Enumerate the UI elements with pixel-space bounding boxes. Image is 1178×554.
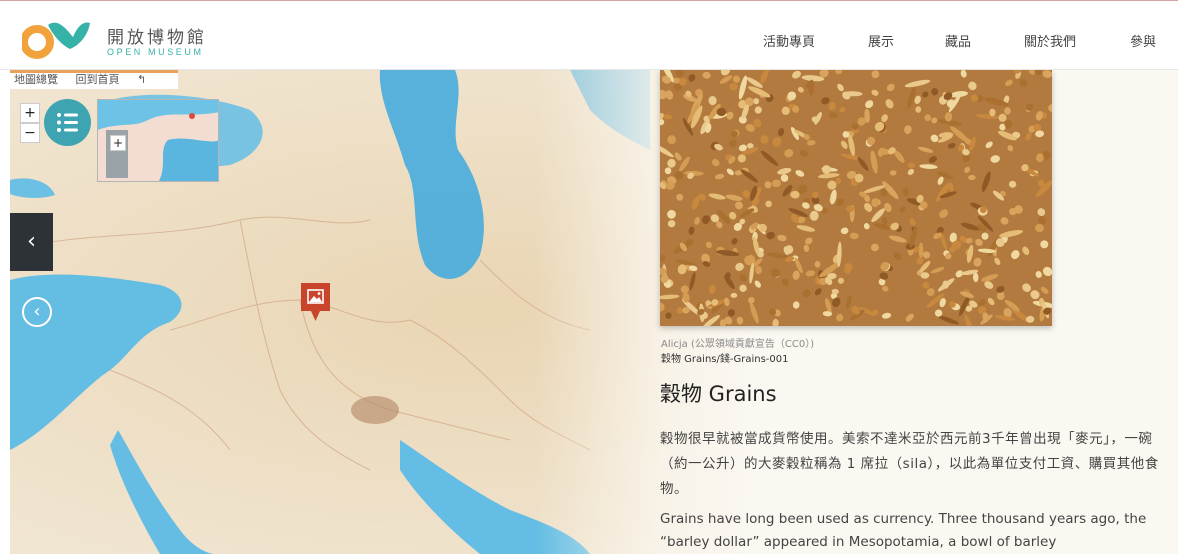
brand-name-en: OPEN MUSEUM [107,47,204,57]
item-title: 穀物 Grains [660,382,777,406]
tab-back-home[interactable]: 回到首頁 ↰ [76,73,161,87]
nav-exhibitions[interactable]: 展示 [868,31,894,50]
photo-credit: Alicja (公眾領域貢獻宣告（CC0）) [661,339,815,350]
item-id: 穀物 Grains/錢-Grains-001 [661,354,789,365]
map-tabs: 地圖總覽 回到首頁 ↰ [10,70,179,89]
nav-participate[interactable]: 參與 [1130,31,1156,50]
nav-about[interactable]: 關於我們 [1024,31,1076,50]
brand-name-cn: 開放博物館 [107,28,207,48]
panel-toggle-button[interactable]: ‹ [10,213,53,271]
tab-map-overview[interactable]: 地圖總覽 [14,73,58,87]
minimap-zoom-button[interactable]: + [110,135,126,151]
back-arrow-icon: ↰ [137,73,147,86]
nav-events[interactable]: 活動專頁 [763,31,815,50]
grains-image [660,70,1052,326]
image-icon [301,283,330,321]
nav-collections[interactable]: 藏品 [945,31,971,50]
list-button[interactable] [44,99,91,146]
museum-logo[interactable] [20,15,92,61]
item-photo[interactable] [660,70,1052,326]
minimap[interactable]: + [97,99,219,182]
zoom-in-button[interactable]: + [20,103,40,123]
logo-icon [20,22,90,59]
site-header: 開放博物館 OPEN MUSEUM 活動專頁 展示 藏品 關於我們 參與 [0,0,1178,70]
item-description-zh: 穀物很早就被當成貨幣使用。美索不達米亞於西元前3千年曾出現「麥元」，一碗（約一公… [660,431,1159,497]
zoom-out-button[interactable]: − [20,123,40,143]
item-description-en: Grains have long been used as currency. … [660,511,1147,550]
map-marker[interactable] [299,281,332,323]
previous-button[interactable]: ‹ [22,297,52,327]
list-icon [57,113,78,132]
